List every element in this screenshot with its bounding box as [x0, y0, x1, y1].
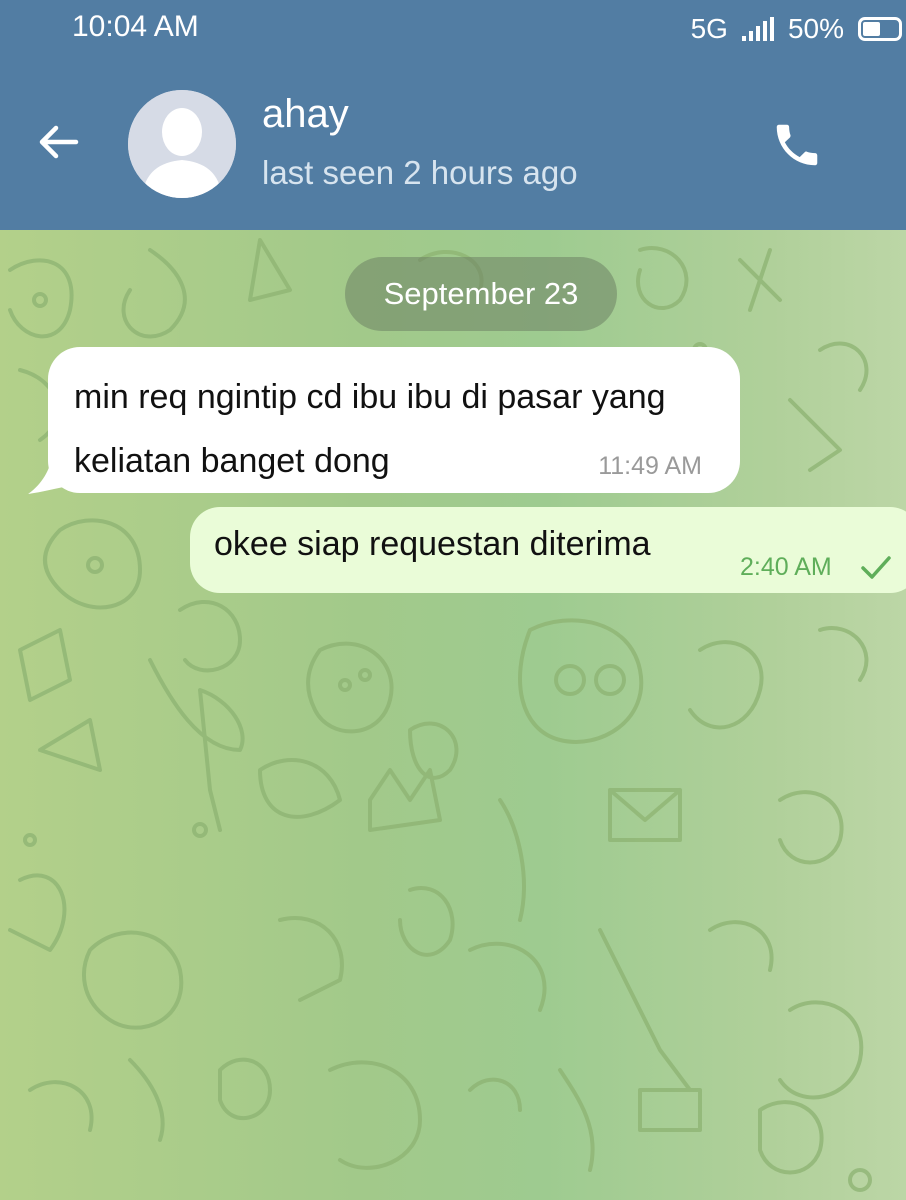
chat-area[interactable]: September 23 min req ngintip cd ibu ibu … [0, 230, 906, 1200]
contact-name[interactable]: ahay [262, 92, 349, 137]
chat-screen: 10:04 AM 5G 50% ahay last seen 2 hours a… [0, 0, 906, 1200]
phone-icon [776, 124, 818, 166]
date-separator: September 23 [345, 257, 617, 331]
battery-icon [858, 17, 902, 41]
arrow-left-icon [39, 125, 79, 159]
outgoing-message-text: okee siap requestan diterima [214, 525, 651, 563]
status-indicators: 5G 50% [691, 10, 906, 48]
outgoing-message-bubble[interactable]: okee siap requestan diterima 2:40 AM [190, 507, 906, 593]
back-button[interactable] [32, 116, 84, 168]
signal-icon [741, 17, 774, 41]
call-button[interactable] [764, 112, 830, 178]
network-type: 5G [690, 13, 728, 44]
status-time: 10:04 AM [72, 10, 199, 43]
incoming-message-time: 11:49 AM [598, 452, 702, 480]
check-icon [861, 556, 891, 579]
outgoing-message-time: 2:40 AM [740, 553, 832, 581]
person-silhouette-icon [128, 90, 236, 198]
avatar[interactable] [128, 90, 236, 198]
battery-percent: 50% [787, 13, 844, 44]
app-header: 10:04 AM 5G 50% ahay last seen 2 hours a… [0, 0, 906, 230]
incoming-message-bubble[interactable]: min req ngintip cd ibu ibu di pasar yang… [48, 347, 740, 493]
contact-last-seen: last seen 2 hours ago [262, 154, 578, 191]
